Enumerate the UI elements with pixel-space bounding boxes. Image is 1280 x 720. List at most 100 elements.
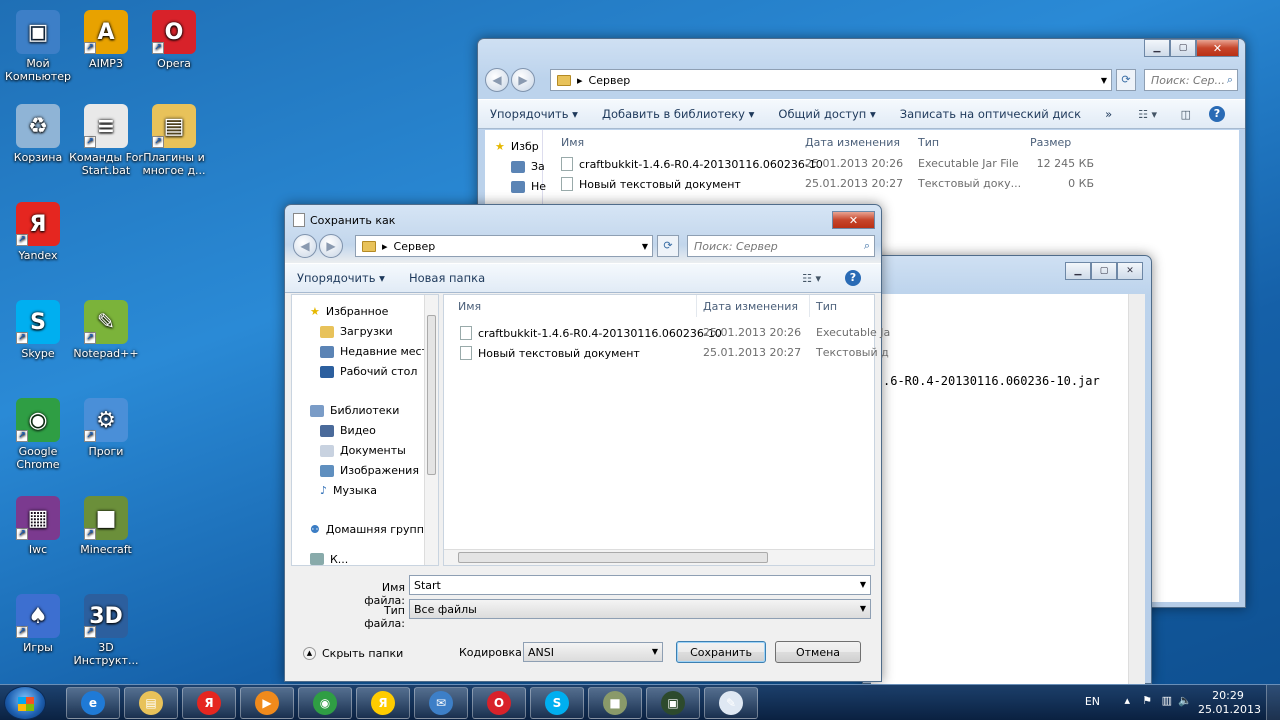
desktop-icon[interactable]: S ↗ Skype (0, 300, 76, 360)
nav-documents[interactable]: Документы (320, 444, 406, 457)
column-name[interactable]: Имя (561, 136, 584, 149)
clock[interactable]: 20:29 25.01.2013 (1198, 689, 1261, 717)
nav-images[interactable]: Изображения (320, 464, 419, 477)
chevron-down-icon[interactable]: ▼ (860, 580, 866, 589)
desktop-icon[interactable]: ♻ Корзина (0, 104, 76, 164)
chevron-down-icon[interactable]: ▼ (642, 242, 648, 251)
view-icon[interactable]: ☷ ▾ (802, 272, 821, 285)
view-icon[interactable]: ☷ ▾ (1138, 108, 1157, 121)
file-name[interactable]: Новый текстовый документ (561, 177, 741, 191)
taskbar-button[interactable]: Я (182, 687, 236, 719)
nav-scrollbar[interactable] (424, 295, 438, 565)
desktop-icon[interactable]: A ↗ AIMP3 (68, 10, 144, 70)
chevron-down-icon[interactable]: ▼ (860, 604, 866, 613)
organize-button[interactable]: Упорядочить ▾ (285, 271, 397, 285)
nav-favorites[interactable]: ★ Избранное (310, 305, 388, 318)
notepad-text-area[interactable]: .6-R0.4-20130116.060236-10.jar (871, 294, 1145, 685)
desktop-icon[interactable]: ▦ ↗ Iwc (0, 496, 76, 556)
taskbar-button[interactable]: S (530, 687, 584, 719)
nav-recent[interactable]: Недавние места (320, 345, 435, 358)
column-type[interactable]: Тип (918, 136, 939, 149)
organize-button[interactable]: Упорядочить ▾ (478, 107, 590, 121)
file-name[interactable]: craftbukkit-1.4.6-R0.4-20130116.060236-1… (561, 157, 823, 171)
share-button[interactable]: Общий доступ ▾ (766, 107, 887, 121)
cancel-button[interactable]: Отмена (775, 641, 861, 663)
taskbar-button[interactable]: Я (356, 687, 410, 719)
maximize-button[interactable]: ▢ (1170, 39, 1196, 57)
chevron-down-icon[interactable]: ▼ (652, 647, 658, 656)
nav-computer[interactable]: К... (310, 553, 348, 565)
taskbar-button[interactable]: e (66, 687, 120, 719)
volume-icon[interactable]: 🔈 (1178, 694, 1192, 707)
desktop-icon[interactable]: ▣ Мой Компьютер (0, 10, 76, 83)
close-button[interactable]: ✕ (1117, 262, 1143, 280)
chevron-down-icon[interactable]: ▼ (1101, 76, 1107, 85)
refresh-icon[interactable]: ⟳ (1116, 69, 1136, 91)
horizontal-scrollbar[interactable] (444, 549, 874, 565)
filename-field[interactable]: Start ▼ (409, 575, 871, 595)
notepad-window[interactable]: ▁ ▢ ✕ .6-R0.4-20130116.060236-10.jar (862, 255, 1152, 685)
close-button[interactable]: ✕ (1196, 39, 1239, 57)
taskbar-button[interactable]: O (472, 687, 526, 719)
desktop-icon[interactable]: Я ↗ Yandex (0, 202, 76, 262)
show-desktop-button[interactable] (1266, 685, 1280, 720)
nav-downloads[interactable]: Загрузки (320, 325, 393, 338)
encoding-select[interactable]: ANSI ▼ (523, 642, 663, 662)
taskbar-button[interactable]: ◉ (298, 687, 352, 719)
language-indicator[interactable]: EN (1085, 695, 1100, 708)
file-name[interactable]: Новый текстовый документ (460, 346, 640, 360)
save-as-dialog[interactable]: Сохранить как ✕ ◀ ▶ ▸ Сервер ▼ ⟳ Поиск: … (284, 204, 890, 682)
column-date[interactable]: Дата изменения (703, 300, 798, 313)
desktop-icon[interactable]: ◉ ↗ Google Chrome (0, 398, 76, 471)
desktop-icon[interactable]: ≡ ↗ Команды For Start.bat (68, 104, 144, 177)
nav-favorites[interactable]: ★ Избр (495, 140, 539, 153)
desktop-icon[interactable]: 3D ↗ 3D Инструкт... (68, 594, 144, 667)
taskbar-button[interactable]: ■ (588, 687, 642, 719)
close-button[interactable]: ✕ (832, 211, 875, 229)
forward-icon[interactable]: ▶ (511, 68, 535, 92)
nav-downloads[interactable]: За (511, 160, 545, 173)
taskbar-button[interactable]: ▤ (124, 687, 178, 719)
help-icon[interactable]: ? (845, 270, 861, 286)
desktop-icon[interactable]: ▤ ↗ Плагины и многое д... (136, 104, 212, 177)
forward-icon[interactable]: ▶ (319, 234, 343, 258)
taskbar-button[interactable]: ▣ (646, 687, 700, 719)
more-button[interactable]: » (1093, 107, 1124, 121)
desktop-icon[interactable]: O ↗ Opera (136, 10, 212, 70)
help-icon[interactable]: ? (1209, 106, 1225, 122)
minimize-button[interactable]: ▁ (1065, 262, 1091, 280)
filetype-select[interactable]: Все файлы ▼ (409, 599, 871, 619)
desktop-icon[interactable]: ♠ ↗ Игры (0, 594, 76, 654)
refresh-icon[interactable]: ⟳ (657, 235, 679, 257)
taskbar-button[interactable]: ✎ (704, 687, 758, 719)
nav-video[interactable]: Видео (320, 424, 376, 437)
hide-folders-toggle[interactable]: ▲ Скрыть папки (303, 647, 403, 660)
flag-icon[interactable]: ⚑ (1142, 694, 1152, 707)
nav-desktop[interactable]: Рабочий стол (320, 365, 417, 378)
taskbar-button[interactable]: ✉ (414, 687, 468, 719)
save-button[interactable]: Сохранить (676, 641, 766, 663)
desktop-icon[interactable]: ⚙ ↗ Проги (68, 398, 144, 458)
preview-pane-icon[interactable]: ◫ (1181, 108, 1191, 121)
back-icon[interactable]: ◀ (293, 234, 317, 258)
network-icon[interactable]: ▥ (1162, 694, 1172, 707)
search-input[interactable]: Поиск: Сервер ⌕ (687, 235, 875, 257)
desktop-icon[interactable]: ✎ ↗ Notepad++ (68, 300, 144, 360)
address-bar[interactable]: ▸ Сервер ▼ (355, 235, 653, 257)
tray-expand-icon[interactable]: ▴ (1124, 694, 1130, 707)
column-type[interactable]: Тип (816, 300, 837, 313)
start-button[interactable] (4, 686, 46, 720)
column-name[interactable]: Имя (458, 300, 481, 313)
nav-homegroup[interactable]: ⚉ Домашняя группа (310, 523, 431, 536)
new-folder-button[interactable]: Новая папка (397, 271, 497, 285)
nav-libraries[interactable]: Библиотеки (310, 404, 399, 417)
back-icon[interactable]: ◀ (485, 68, 509, 92)
search-input[interactable]: Поиск: Сер... ⌕ (1144, 69, 1238, 91)
nav-music[interactable]: ♪ Музыка (320, 484, 377, 497)
maximize-button[interactable]: ▢ (1091, 262, 1117, 280)
burn-button[interactable]: Записать на оптический диск (888, 107, 1093, 121)
desktop-icon[interactable]: ■ ↗ Minecraft (68, 496, 144, 556)
file-name[interactable]: craftbukkit-1.4.6-R0.4-20130116.060236-1… (460, 326, 722, 340)
taskbar-button[interactable]: ▶ (240, 687, 294, 719)
column-date[interactable]: Дата изменения (805, 136, 900, 149)
